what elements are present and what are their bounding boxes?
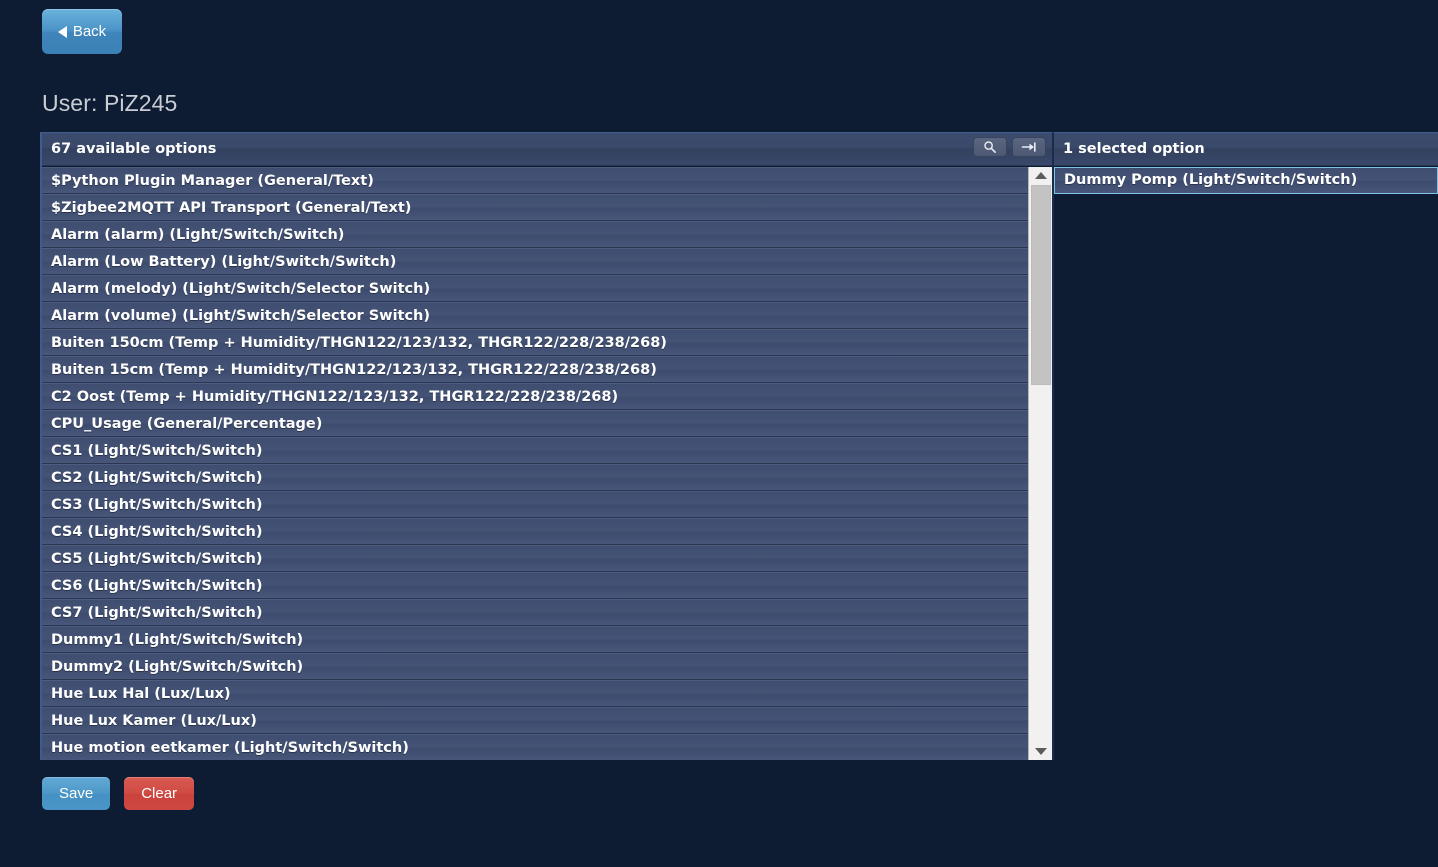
available-option-item[interactable]: Alarm (melody) (Light/Switch/Selector Sw… (42, 275, 1030, 302)
available-option-item[interactable]: CS3 (Light/Switch/Switch) (42, 491, 1030, 518)
triangle-left-icon (57, 25, 67, 38)
available-option-item[interactable]: Buiten 15cm (Temp + Humidity/THGN122/123… (42, 356, 1030, 383)
available-option-item[interactable]: Hue Lux Kamer (Lux/Lux) (42, 707, 1030, 734)
available-option-item[interactable]: CS1 (Light/Switch/Switch) (42, 437, 1030, 464)
save-button[interactable]: Save (42, 777, 111, 810)
available-option-item[interactable]: CS5 (Light/Switch/Switch) (42, 545, 1030, 572)
selected-options-count-label: 1 selected option (1063, 141, 1205, 157)
selected-option-item[interactable]: Dummy Pomp (Light/Switch/Switch) (1054, 167, 1438, 194)
available-option-item[interactable]: CS2 (Light/Switch/Switch) (42, 464, 1030, 491)
available-option-item[interactable]: Buiten 150cm (Temp + Humidity/THGN122/12… (42, 329, 1030, 356)
available-option-item[interactable]: CS4 (Light/Switch/Switch) (42, 518, 1030, 545)
available-options-scrollbar[interactable] (1028, 167, 1052, 760)
search-icon[interactable] (973, 137, 1007, 157)
available-option-item[interactable]: Dummy2 (Light/Switch/Switch) (42, 653, 1030, 680)
available-option-item[interactable]: CPU_Usage (General/Percentage) (42, 410, 1030, 437)
caret-up-icon (1035, 172, 1047, 179)
scroll-up-button[interactable] (1029, 167, 1052, 184)
footer-actions: Save Clear (42, 777, 195, 810)
available-option-item[interactable]: Hue Lux Hal (Lux/Lux) (42, 680, 1030, 707)
selected-options-header: 1 selected option (1054, 133, 1438, 166)
available-options-list: $Python Plugin Manager (General/Text) $Zi… (42, 167, 1052, 760)
available-options-count-label: 67 available options (51, 141, 217, 157)
available-option-item[interactable]: Alarm (Low Battery) (Light/Switch/Switch… (42, 248, 1030, 275)
scrollbar-thumb[interactable] (1031, 185, 1051, 385)
back-button-label: Back (72, 23, 107, 40)
selected-options-panel: 1 selected option Dummy Pomp (Light/Swit… (1052, 132, 1438, 760)
move-all-right-icon[interactable] (1012, 137, 1046, 157)
back-button[interactable]: Back (42, 9, 122, 54)
available-option-item[interactable]: CS7 (Light/Switch/Switch) (42, 599, 1030, 626)
available-option-item[interactable]: Alarm (alarm) (Light/Switch/Switch) (42, 221, 1030, 248)
clear-button[interactable]: Clear (124, 777, 195, 810)
available-option-item[interactable]: $Python Plugin Manager (General/Text) (42, 167, 1030, 194)
page-title: User: PiZ245 (42, 90, 178, 116)
panel-tools (973, 137, 1046, 157)
selected-options-scroll-area[interactable]: Dummy Pomp (Light/Switch/Switch) (1054, 167, 1438, 194)
available-option-item[interactable]: $Zigbee2MQTT API Transport (General/Text… (42, 194, 1030, 221)
selected-options-list: Dummy Pomp (Light/Switch/Switch) (1054, 167, 1438, 760)
available-options-scroll-area[interactable]: $Python Plugin Manager (General/Text) $Zi… (42, 167, 1030, 760)
available-options-panel: 67 available options $Python Plugin Mana… (40, 132, 1052, 760)
dual-list-selector: 67 available options $Python Plugin Mana… (40, 132, 1438, 760)
available-option-item[interactable]: Hue motion eetkamer (Light/Switch/Switch… (42, 734, 1030, 760)
available-option-item[interactable]: Dummy1 (Light/Switch/Switch) (42, 626, 1030, 653)
caret-down-icon (1035, 748, 1047, 755)
available-option-item[interactable]: CS6 (Light/Switch/Switch) (42, 572, 1030, 599)
available-options-header: 67 available options (42, 133, 1052, 166)
available-option-item[interactable]: C2 Oost (Temp + Humidity/THGN122/123/132… (42, 383, 1030, 410)
available-option-item[interactable]: Alarm (volume) (Light/Switch/Selector Sw… (42, 302, 1030, 329)
scroll-down-button[interactable] (1029, 743, 1052, 760)
